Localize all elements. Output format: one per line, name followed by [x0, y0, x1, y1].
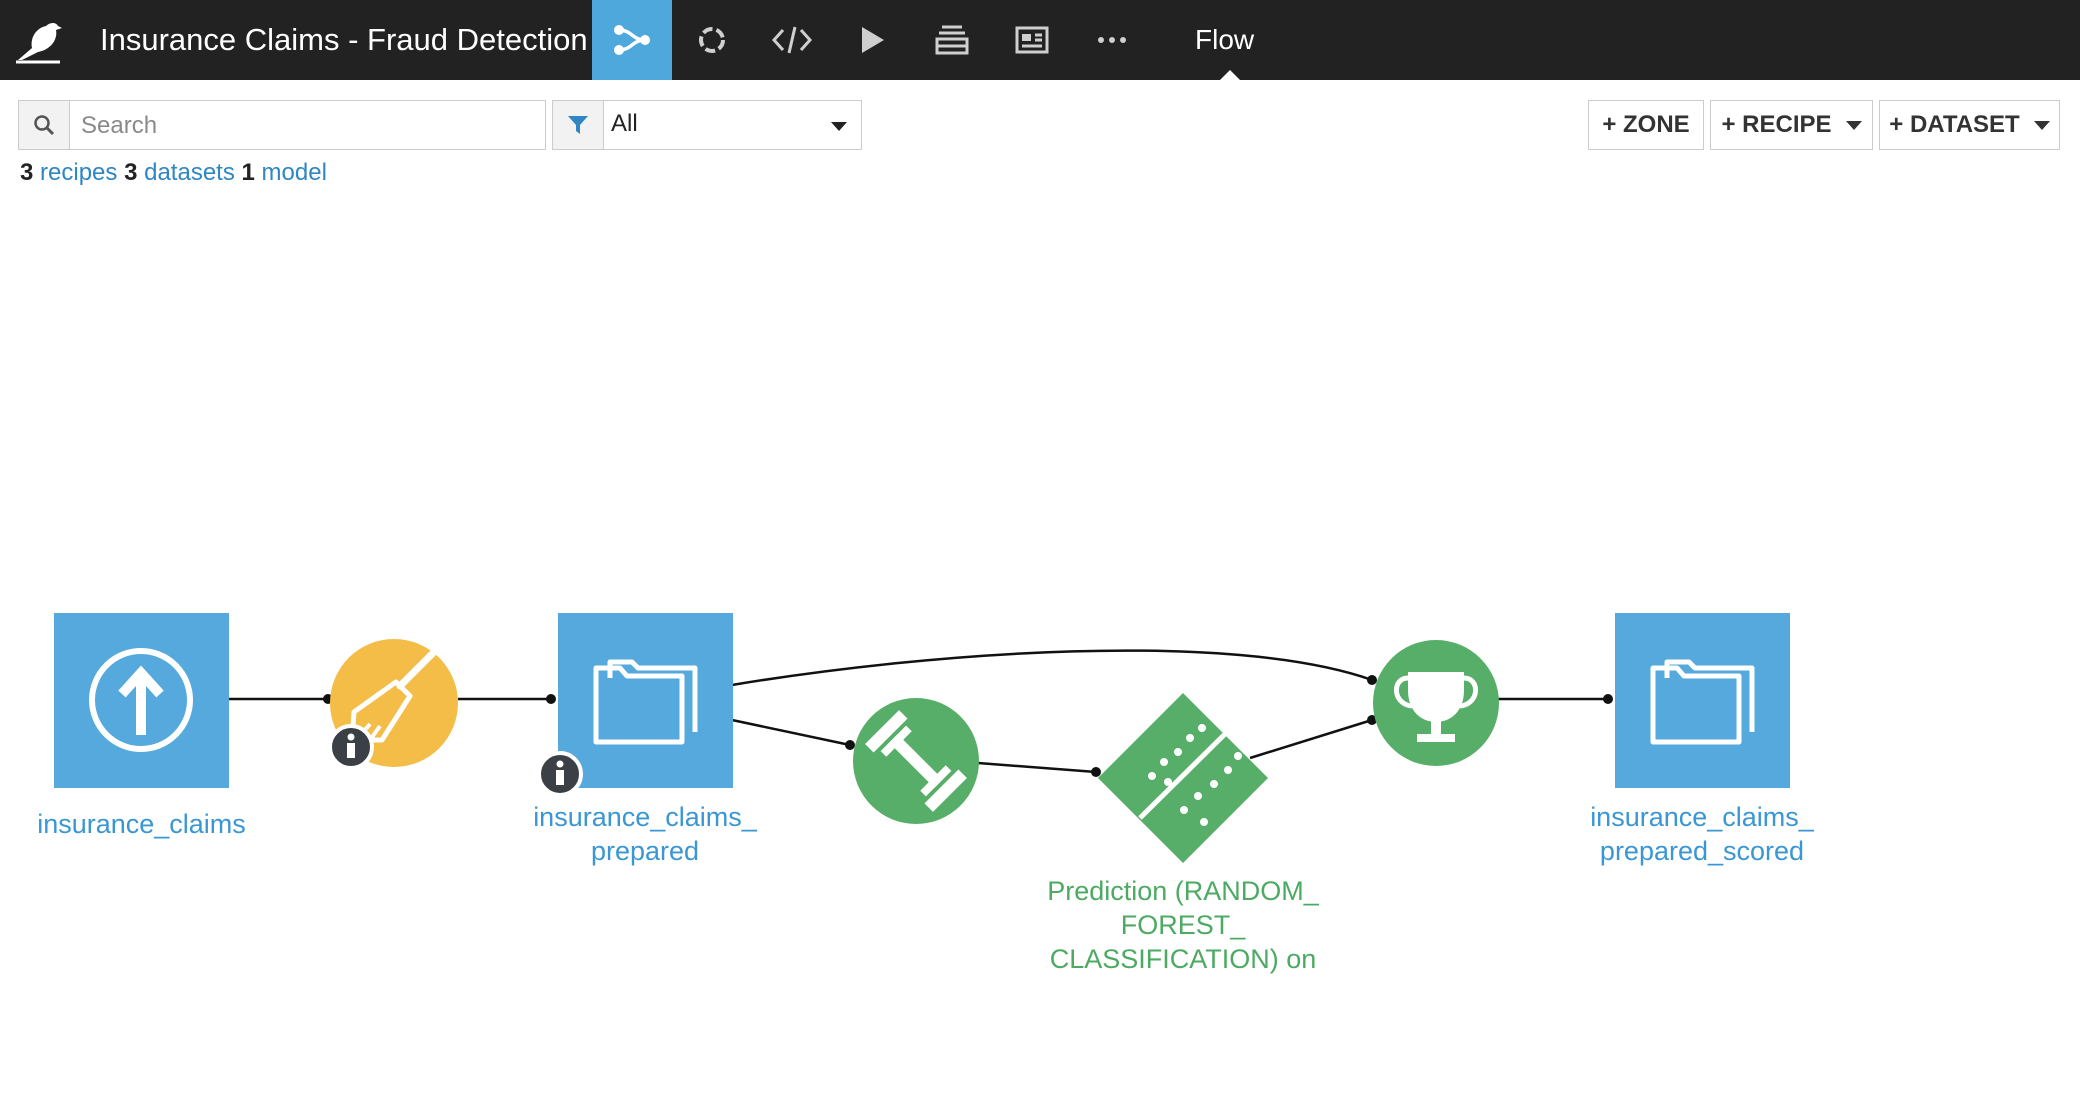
dataset-label-insurance-claims-prepared-scored[interactable]: insurance_claims_ prepared_scored [1557, 800, 1847, 868]
dataset-name: insurance_claims [37, 809, 246, 839]
edge-prepared-to-score [731, 649, 1373, 687]
train-recipe-node[interactable] [853, 698, 979, 824]
dataset-node-insurance-claims-prepared-scored[interactable] [1615, 613, 1790, 788]
info-icon[interactable] [537, 751, 583, 797]
model-node-random-forest[interactable] [1098, 693, 1268, 863]
dataset-name-line-1: insurance_claims_ [533, 802, 757, 832]
model-label[interactable]: Prediction (RANDOM_ FOREST_ CLASSIFICATI… [1013, 874, 1353, 976]
dataset-name-line-1: insurance_claims_ [1590, 802, 1814, 832]
edge-train-to-model [977, 761, 1097, 774]
model-name-line-2: FOREST_ [1120, 910, 1246, 940]
edge-model-to-score [1249, 718, 1373, 760]
info-icon[interactable] [328, 724, 374, 770]
prepare-recipe-node[interactable] [328, 639, 458, 770]
model-name-line-3: CLASSIFICATION) on [1049, 944, 1317, 974]
dataset-name-line-2: prepared [590, 836, 700, 866]
dataset-label-insurance-claims-prepared[interactable]: insurance_claims_ prepared [500, 800, 790, 868]
model-name-line-1: Prediction (RANDOM_ [1047, 876, 1319, 906]
score-recipe-node[interactable] [1373, 640, 1499, 766]
edge-prepared-to-train [731, 718, 851, 747]
dataset-node-insurance-claims[interactable] [54, 613, 229, 788]
dataset-node-insurance-claims-prepared[interactable] [537, 613, 733, 797]
dataset-label-insurance-claims[interactable]: insurance_claims [20, 807, 263, 841]
dataset-name-line-2: prepared_scored [1599, 836, 1805, 866]
